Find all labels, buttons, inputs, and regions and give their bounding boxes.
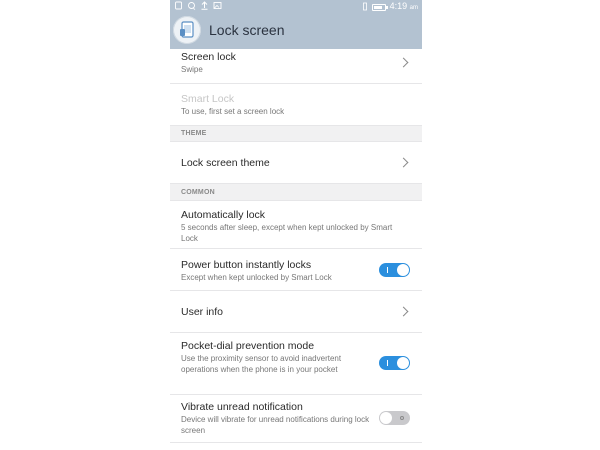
setting-title: Automatically lock [181, 209, 266, 221]
upload-icon [200, 1, 209, 10]
setting-subtitle: To use, first set a screen lock [181, 107, 285, 116]
setting-title: Vibrate unread notification [181, 401, 303, 413]
setting-title: Power button instantly locks [181, 259, 312, 271]
section-label: THEME [181, 130, 207, 137]
status-icons-left [174, 1, 222, 10]
setting-pocket-dial-prevention[interactable]: Pocket-dial prevention mode Use the prox… [170, 333, 422, 395]
setting-power-button-locks[interactable]: Power button instantly locks Except when… [170, 249, 422, 291]
battery-icon [371, 4, 388, 11]
setting-subtitle: Device will vibrate for unread notificat… [181, 415, 370, 435]
setting-title: Lock screen theme [181, 157, 270, 169]
setting-title: User info [181, 306, 224, 318]
sync-icon [187, 1, 196, 10]
setting-title: Screen lock [181, 51, 236, 63]
setting-subtitle: Swipe [181, 65, 203, 74]
vibrate-icon [362, 2, 368, 13]
page-title: Lock screen [209, 22, 285, 38]
chevron-right-icon [398, 306, 409, 317]
setting-automatically-lock[interactable]: Automatically lock 5 seconds after sleep… [170, 201, 422, 249]
section-label: COMMON [181, 189, 215, 196]
status-bar: 4:19 am [170, 0, 422, 13]
setting-vibrate-unread-notification[interactable]: Vibrate unread notification Device will … [170, 395, 422, 443]
setting-title: Smart Lock [181, 93, 235, 105]
power-button-toggle[interactable] [379, 263, 410, 277]
settings-list: Screen lock Swipe Smart Lock To use, fir… [170, 49, 422, 443]
pocket-dial-toggle[interactable] [379, 356, 410, 370]
section-header-theme: THEME [170, 126, 422, 142]
sim-icon [174, 1, 183, 10]
setting-subtitle: 5 seconds after sleep, except when kept … [181, 223, 393, 243]
setting-screen-lock[interactable]: Screen lock Swipe [170, 49, 422, 84]
lock-screen-app-icon[interactable] [173, 16, 201, 44]
setting-subtitle: Except when kept unlocked by Smart Lock [181, 273, 332, 282]
image-icon [213, 1, 222, 10]
phone-screen: 4:19 am Lock screen Screen lock Swipe Sm… [170, 0, 422, 443]
vibrate-unread-toggle[interactable] [379, 411, 410, 425]
chevron-right-icon [398, 157, 409, 168]
section-header-common: COMMON [170, 184, 422, 201]
setting-smart-lock: Smart Lock To use, first set a screen lo… [170, 84, 422, 126]
app-bar: Lock screen [170, 13, 422, 49]
setting-user-info[interactable]: User info [170, 291, 422, 333]
setting-lock-screen-theme[interactable]: Lock screen theme [170, 142, 422, 184]
setting-title: Pocket-dial prevention mode [181, 340, 315, 352]
setting-subtitle: Use the proximity sensor to avoid inadve… [181, 354, 342, 374]
